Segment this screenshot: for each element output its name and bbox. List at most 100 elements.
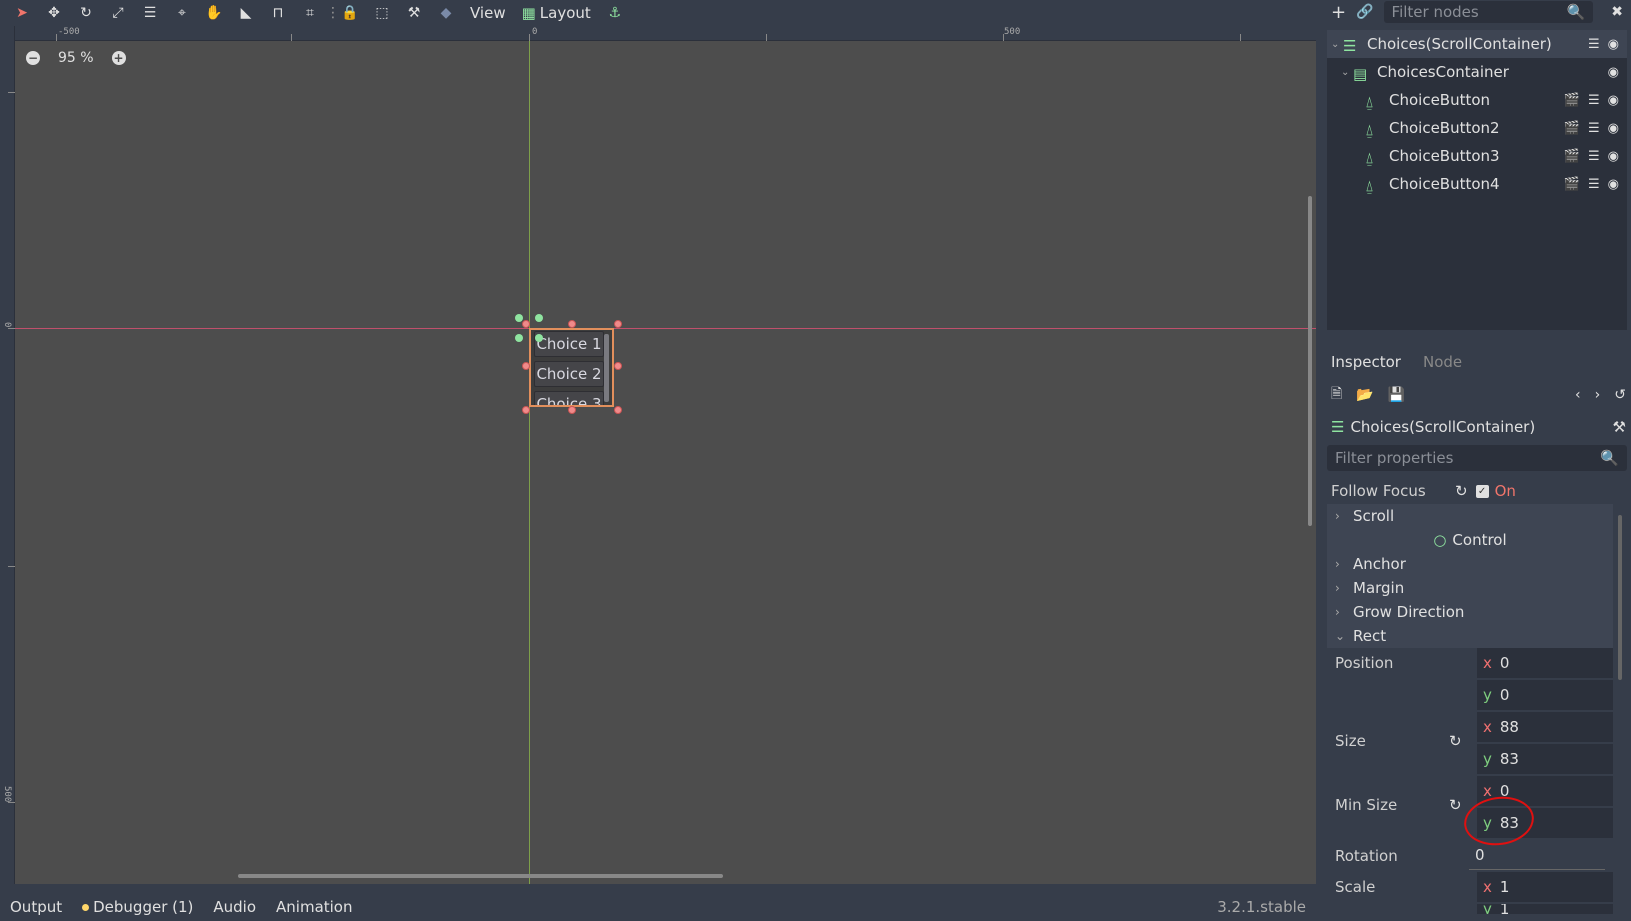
grid-snap-icon[interactable]: ⌗	[294, 2, 326, 24]
min-size-label: Min Size	[1335, 796, 1398, 814]
filter-properties-input[interactable]: Filter properties 🔍	[1327, 445, 1627, 471]
open-folder-icon[interactable]: 📂	[1356, 387, 1373, 403]
instance-icon[interactable]: 🎬	[1564, 121, 1580, 136]
save-icon[interactable]: 💾	[1388, 387, 1405, 403]
tree-node-choicebutton3[interactable]: ⍙ ChoiceButton3 🎬 ☰ ◉	[1327, 142, 1627, 170]
tab-debugger[interactable]: Debugger (1)	[82, 898, 193, 916]
ruler-mode-icon[interactable]: ◣	[230, 2, 262, 24]
section-anchor[interactable]: › Anchor	[1327, 552, 1613, 576]
view-menu[interactable]: View	[462, 2, 514, 24]
tab-audio[interactable]: Audio	[213, 898, 256, 916]
resize-handle[interactable]	[522, 406, 530, 414]
choice-button-preview[interactable]: Choice 3	[534, 391, 604, 405]
collapse-arrow-icon[interactable]: ⌄	[1341, 67, 1353, 78]
add-node-icon[interactable]: +	[1331, 2, 1346, 23]
expand-arrow-icon: ›	[1335, 605, 1340, 619]
anchor-handle[interactable]	[515, 314, 523, 322]
tree-node-choicebutton[interactable]: ⍙ ChoiceButton 🎬 ☰ ◉	[1327, 86, 1627, 114]
position-x-field[interactable]: x0	[1477, 648, 1613, 678]
tree-node-choicescontainer[interactable]: ⌄ ▤ ChoicesContainer ◉	[1327, 58, 1627, 86]
resize-handle[interactable]	[614, 406, 622, 414]
revert-icon[interactable]: ↻	[1455, 482, 1468, 500]
visibility-eye-icon[interactable]: ◉	[1608, 177, 1619, 192]
visibility-eye-icon[interactable]: ◉	[1608, 65, 1619, 80]
scale-y-field[interactable]: y1	[1477, 904, 1613, 914]
group-icon[interactable]: ⬚	[366, 2, 398, 24]
viewport-vertical-scrollbar[interactable]	[1308, 196, 1312, 526]
section-margin[interactable]: › Margin	[1327, 576, 1613, 600]
script-icon[interactable]: ☰	[1588, 149, 1600, 164]
forward-arrow-icon[interactable]: ›	[1595, 387, 1601, 403]
tree-node-choices[interactable]: ⌄ ☰ Choices(ScrollContainer) ☰ ◉	[1327, 30, 1627, 58]
pivot-mode-icon[interactable]: ⌖	[166, 2, 198, 24]
filter-nodes-input[interactable]: Filter nodes 🔍	[1383, 1, 1594, 23]
resize-handle[interactable]	[522, 320, 530, 328]
resize-handle[interactable]	[522, 362, 530, 370]
scale-mode-icon[interactable]: ⤢	[102, 2, 134, 24]
section-scroll[interactable]: › Scroll	[1327, 504, 1613, 528]
script-icon[interactable]: ☰	[1588, 177, 1600, 192]
visibility-eye-icon[interactable]: ◉	[1608, 37, 1619, 52]
follow-focus-checkbox[interactable]: ✓	[1475, 484, 1489, 498]
choice-button-preview[interactable]: Choice 2	[534, 361, 604, 387]
script-remove-icon[interactable]: ✖	[1611, 4, 1623, 20]
zoom-in-icon[interactable]: +	[111, 51, 126, 65]
visibility-eye-icon[interactable]: ◉	[1608, 121, 1619, 136]
zoom-out-icon[interactable]: −	[26, 51, 40, 65]
pan-mode-icon[interactable]: ✋	[198, 2, 230, 24]
tree-node-choicebutton4[interactable]: ⍙ ChoiceButton4 🎬 ☰ ◉	[1327, 170, 1627, 198]
vboxcontainer-icon: ▤	[1353, 65, 1368, 83]
choice-button-preview[interactable]: Choice 1	[534, 331, 604, 357]
anchor-handle[interactable]	[535, 334, 543, 342]
smart-snap-icon[interactable]: ⊓	[262, 2, 294, 24]
viewport-horizontal-scrollbar[interactable]	[238, 874, 723, 878]
layout-menu[interactable]: ▦ Layout	[514, 2, 599, 24]
size-y-field[interactable]: y 83	[1477, 744, 1613, 774]
scale-x-field[interactable]: x1	[1477, 872, 1613, 902]
anchor-handle[interactable]	[535, 314, 543, 322]
instance-icon[interactable]: 🎬	[1564, 93, 1580, 108]
canvas-viewport[interactable]: -500 0 500 0 500 − 95 % + Choice 1 Choic…	[0, 26, 1316, 884]
section-rect[interactable]: ⌄ Rect	[1327, 624, 1613, 648]
move-mode-icon[interactable]: ✥	[38, 2, 70, 24]
resize-handle[interactable]	[614, 362, 622, 370]
lock-icon[interactable]: 🔒	[334, 2, 366, 24]
tab-inspector[interactable]: Inspector	[1331, 353, 1401, 371]
inspector-scrollbar[interactable]	[1618, 515, 1622, 680]
script-icon[interactable]: ☰	[1588, 93, 1600, 108]
object-tools-icon[interactable]: ⚒	[1613, 418, 1626, 436]
size-x-field[interactable]: x 88	[1477, 712, 1613, 742]
history-icon[interactable]: ↺	[1614, 387, 1626, 403]
list-select-icon[interactable]: ☰	[134, 2, 166, 24]
tab-output[interactable]: Output	[10, 898, 62, 916]
anchor-icon[interactable]: ⚓	[599, 2, 631, 24]
link-icon[interactable]: 🔗	[1356, 4, 1373, 20]
tab-animation[interactable]: Animation	[276, 898, 352, 916]
select-mode-icon[interactable]: ➤	[6, 2, 38, 24]
back-arrow-icon[interactable]: ‹	[1575, 387, 1581, 403]
anchor-handle[interactable]	[515, 334, 523, 342]
script-icon[interactable]: ☰	[1588, 37, 1600, 52]
instance-icon[interactable]: 🎬	[1564, 149, 1580, 164]
section-grow-direction[interactable]: › Grow Direction	[1327, 600, 1613, 624]
snap-options-icon[interactable]: ⋮	[326, 5, 340, 21]
position-y-field[interactable]: y0	[1477, 680, 1613, 710]
visibility-eye-icon[interactable]: ◉	[1608, 149, 1619, 164]
script-icon[interactable]: ☰	[1588, 121, 1600, 136]
resize-handle[interactable]	[614, 320, 622, 328]
collapse-arrow-icon[interactable]: ⌄	[1331, 39, 1343, 50]
new-resource-icon[interactable]: 🗎	[1331, 383, 1342, 407]
preview-scrollbar[interactable]	[604, 334, 609, 402]
zoom-value[interactable]: 95 %	[58, 50, 94, 66]
resize-handle[interactable]	[568, 406, 576, 414]
resize-handle[interactable]	[568, 320, 576, 328]
tree-node-choicebutton2[interactable]: ⍙ ChoiceButton2 🎬 ☰ ◉	[1327, 114, 1627, 142]
revert-icon[interactable]: ↻	[1449, 796, 1462, 814]
tab-node[interactable]: Node	[1423, 353, 1462, 371]
camera-icon[interactable]: ◆	[430, 2, 462, 24]
visibility-eye-icon[interactable]: ◉	[1608, 93, 1619, 108]
revert-icon[interactable]: ↻	[1449, 732, 1462, 750]
rotate-mode-icon[interactable]: ↻	[70, 2, 102, 24]
instance-icon[interactable]: 🎬	[1564, 177, 1580, 192]
bone-icon[interactable]: ⚒	[398, 2, 430, 24]
